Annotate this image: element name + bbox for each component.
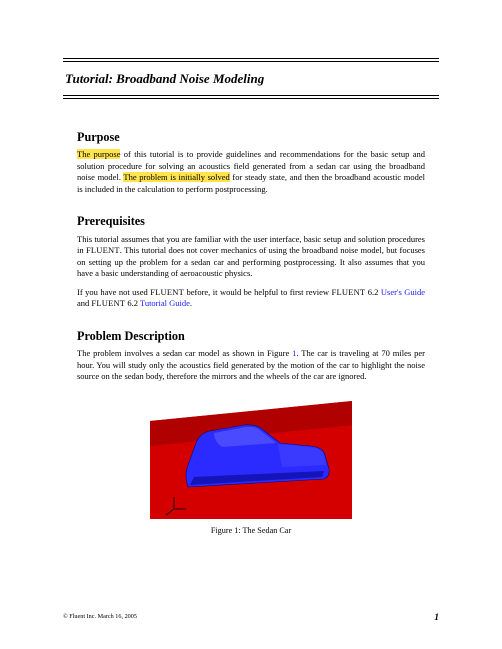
prereq-ver-1: 6.2 (365, 287, 381, 297)
page-title: Tutorial: Broadband Noise Modeling (63, 71, 439, 87)
highlight-purpose-2: The problem is initially solved (123, 172, 229, 182)
figure-caption: Figure 1: The Sedan Car (150, 525, 352, 536)
rule-bottom (63, 95, 439, 99)
heading-purpose: Purpose (77, 129, 425, 145)
page: Tutorial: Broadband Noise Modeling Purpo… (0, 0, 502, 649)
fluent-name-1: FLUENT (86, 245, 120, 255)
prereq-text-2c: and (77, 298, 91, 308)
highlight-purpose-1: The purpose (77, 149, 120, 159)
prereq-ver-2: 6.2 (125, 298, 140, 308)
link-users-guide[interactable]: User's Guide (381, 287, 425, 297)
fluent-name-2: FLUENT (150, 287, 184, 297)
fluent-name-4: FLUENT (91, 298, 125, 308)
prereq-period: . (190, 298, 192, 308)
footer-copyright: © Fluent Inc. March 16, 2005 (63, 613, 137, 623)
heading-problem-description: Problem Description (77, 328, 425, 344)
sedan-car-image (150, 391, 352, 519)
footer-page-number: 1 (434, 613, 439, 623)
prereq-paragraph-1: This tutorial assumes that you are famil… (77, 234, 425, 280)
prereq-paragraph-2: If you have not used FLUENT before, it w… (77, 287, 425, 310)
problem-text-a: The problem involves a sedan car model a… (77, 348, 292, 358)
rule-top (63, 58, 439, 62)
purpose-paragraph: The purpose of this tutorial is to provi… (77, 149, 425, 195)
fluent-name-3: FLUENT (332, 287, 366, 297)
heading-prerequisites: Prerequisites (77, 213, 425, 229)
page-footer: © Fluent Inc. March 16, 2005 1 (63, 613, 439, 623)
figure-1: Figure 1: The Sedan Car (150, 391, 352, 536)
prereq-text-2a: If you have not used (77, 287, 150, 297)
problem-paragraph: The problem involves a sedan car model a… (77, 348, 425, 382)
link-tutorial-guide[interactable]: Tutorial Guide (140, 298, 190, 308)
body-column: Purpose The purpose of this tutorial is … (77, 129, 425, 536)
prereq-text-2b: before, it would be helpful to first rev… (184, 287, 332, 297)
prereq-text-1b: . This tutorial does not cover mechanics… (77, 245, 425, 278)
